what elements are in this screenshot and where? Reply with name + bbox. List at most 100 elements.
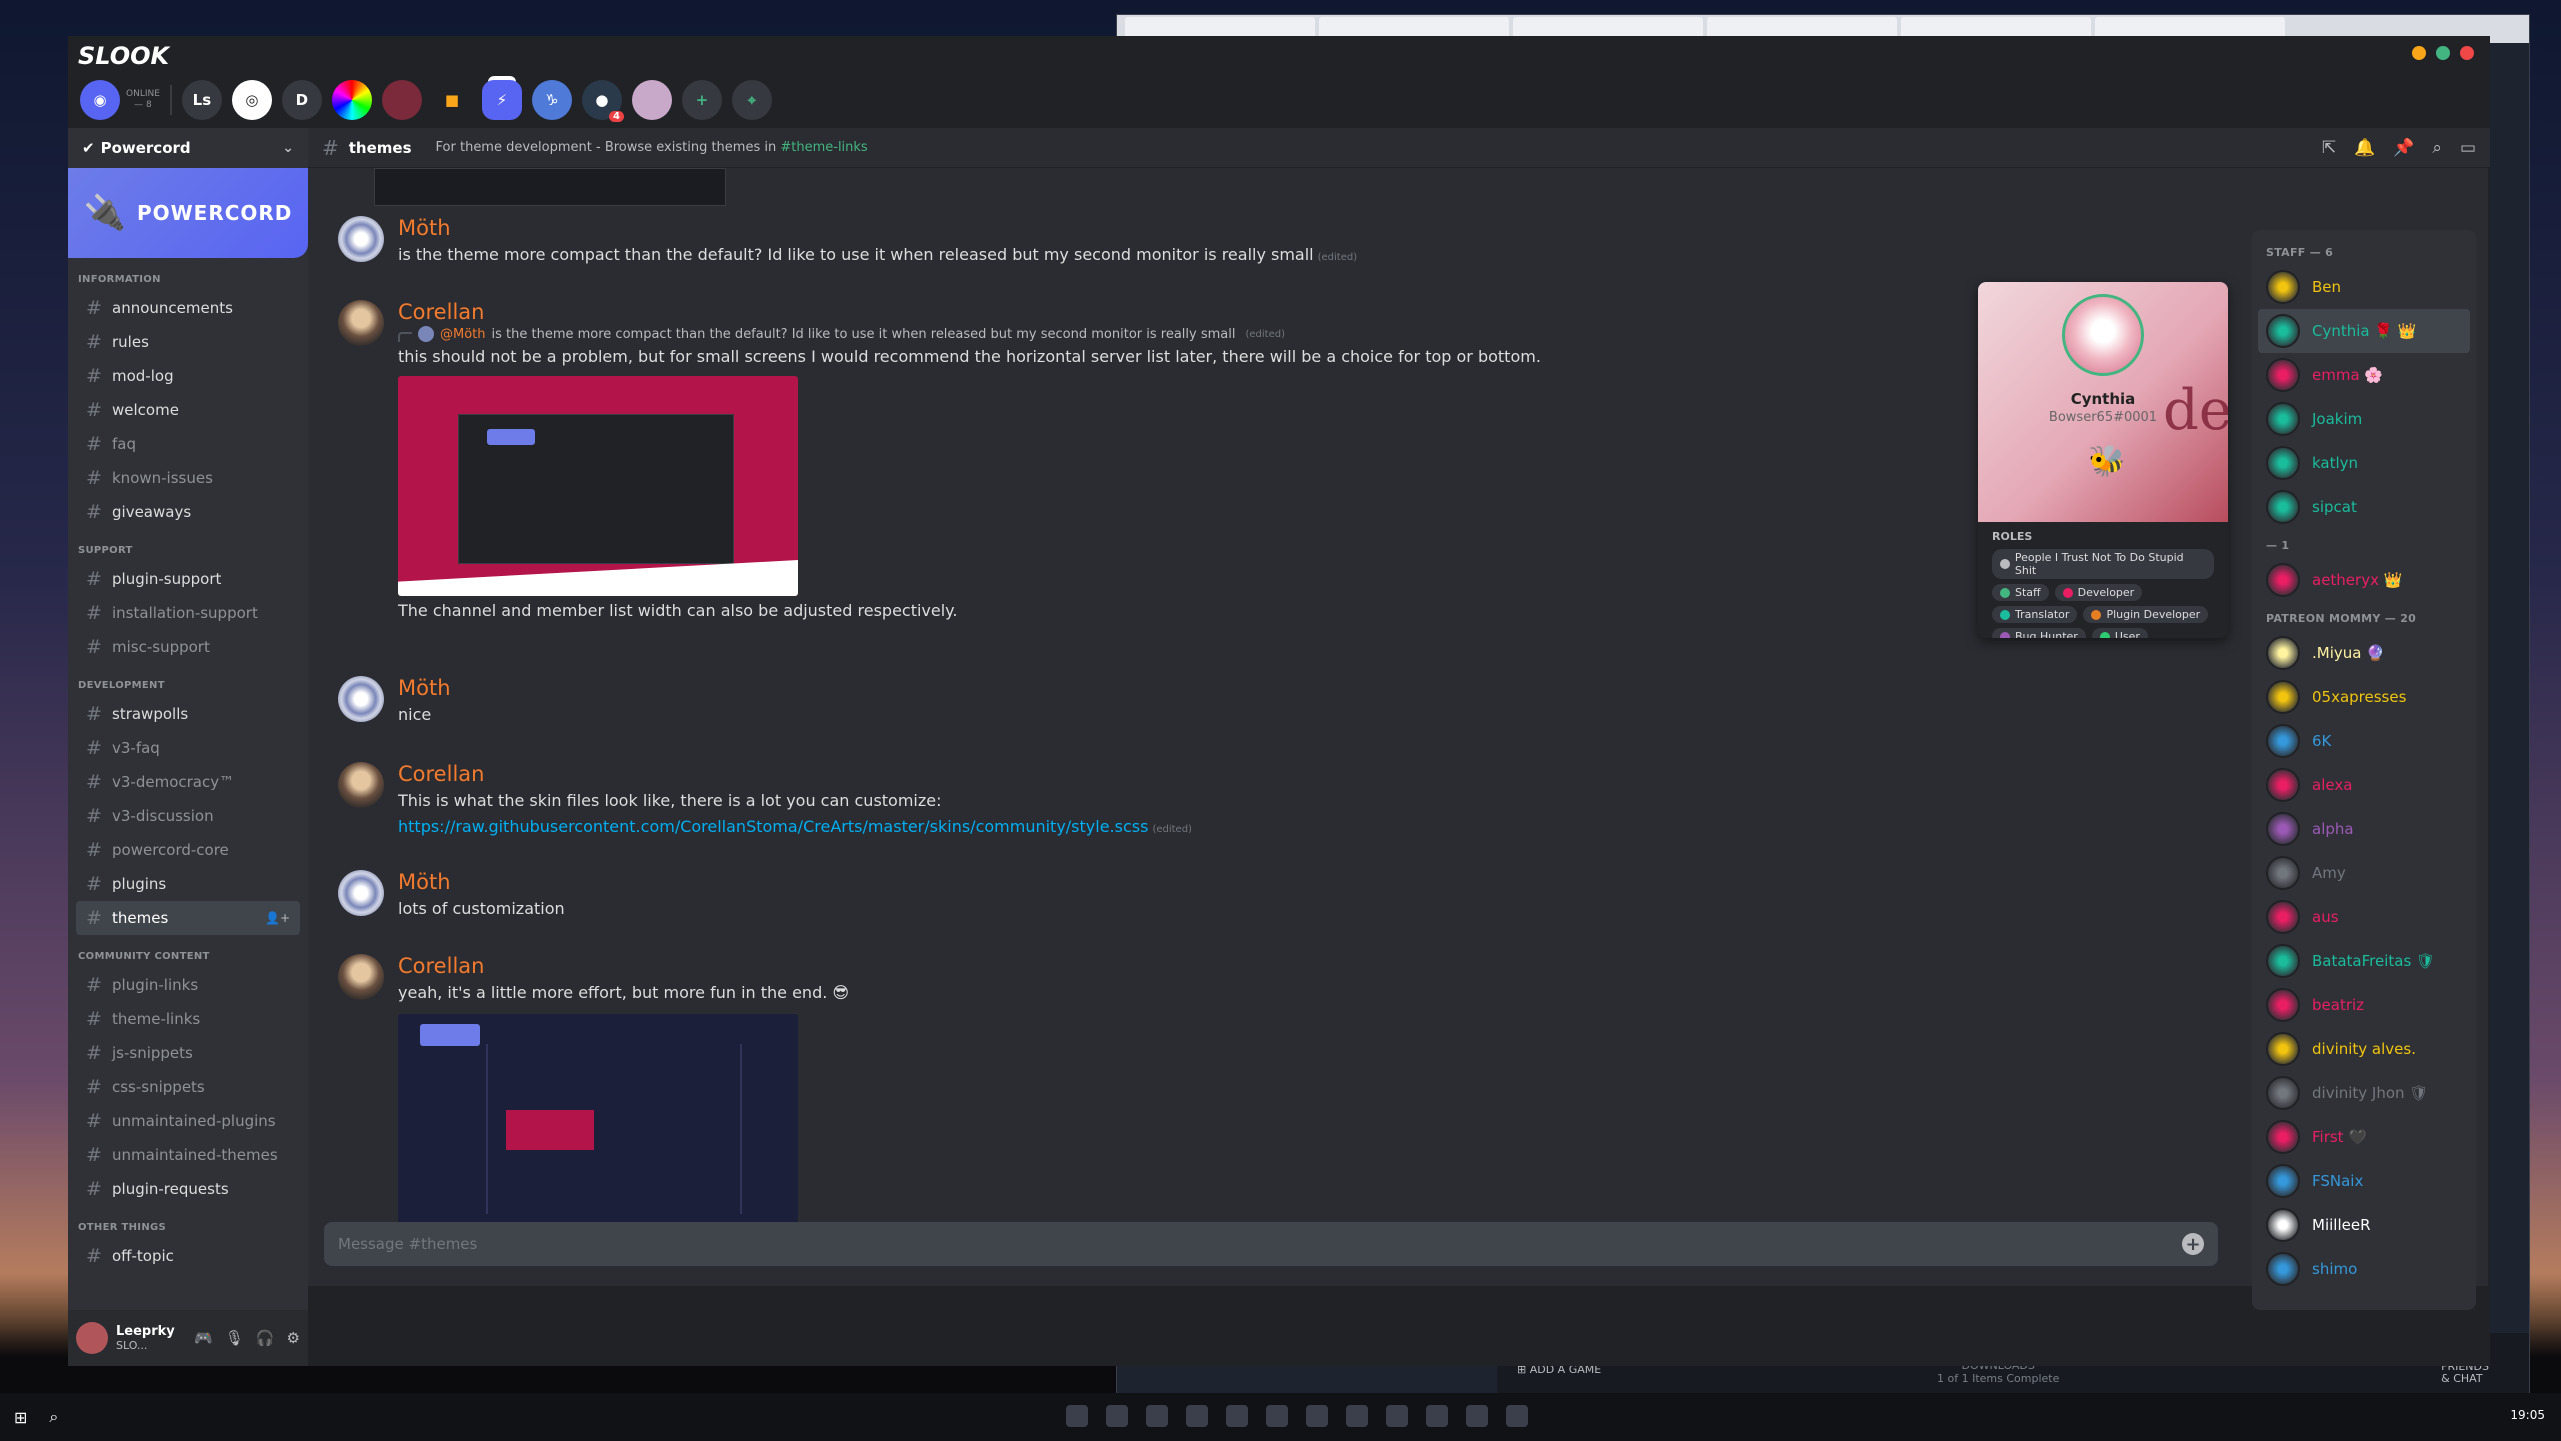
member-item[interactable]: Joakim [2258, 397, 2470, 441]
server-spiral-icon[interactable]: ◎ [231, 80, 272, 120]
sidebar-item-strawpolls[interactable]: # strawpolls [76, 697, 300, 731]
avatar[interactable] [338, 676, 384, 722]
server-sign-icon[interactable]: ♑ [531, 80, 572, 120]
member-item[interactable]: divinity Jhon 🛡 [2258, 1071, 2470, 1115]
avatar[interactable] [338, 216, 384, 262]
pin-icon[interactable]: 📌 [2393, 138, 2414, 158]
server-rainbow-icon[interactable] [331, 80, 372, 120]
bell-icon[interactable]: 🔔 [2354, 138, 2375, 158]
member-item[interactable]: First 🖤 [2258, 1115, 2470, 1159]
sidebar-item-css-snippets[interactable]: # css-snippets [76, 1070, 300, 1104]
headphones-icon[interactable]: 🎧 [256, 1329, 275, 1347]
previous-attachment[interactable] [374, 168, 726, 206]
avatar[interactable] [76, 1322, 108, 1354]
microphone-icon[interactable]: 🎙 [225, 1329, 244, 1347]
category-header[interactable]: DEVELOPMENT [72, 680, 308, 691]
member-item[interactable]: Cynthia 🌹 👑 [2258, 309, 2470, 353]
avatar[interactable] [338, 762, 384, 808]
popout-icon[interactable]: ⇱ [2322, 138, 2336, 158]
sidebar-item-unmaintained-themes[interactable]: # unmaintained-themes [76, 1138, 300, 1172]
server-ls[interactable]: Ls [181, 80, 222, 120]
avatar[interactable] [338, 300, 384, 346]
sidebar-item-plugin-links[interactable]: # plugin-links [76, 968, 300, 1002]
server-d[interactable]: D [281, 80, 322, 120]
server-badge[interactable]: ● 4 [581, 80, 624, 122]
sidebar-item-plugin-support[interactable]: # plugin-support [76, 562, 300, 596]
sidebar-item-theme-links[interactable]: # theme-links [76, 1002, 300, 1036]
avatar[interactable] [338, 954, 384, 1000]
avatar[interactable] [338, 870, 384, 916]
member-item[interactable]: emma 🌸 [2258, 353, 2470, 397]
windows-start-icon[interactable]: ⊞ [14, 1408, 27, 1427]
minimize-button[interactable] [2412, 46, 2426, 60]
message-author[interactable]: Möth [398, 216, 1357, 240]
add-server-button[interactable]: + [681, 80, 722, 120]
member-item[interactable]: alpha [2258, 807, 2470, 851]
sidebar-item-misc-support[interactable]: # misc-support [76, 630, 300, 664]
member-item[interactable]: BatataFreitas 🛡 [2258, 939, 2470, 983]
member-item[interactable]: shimo [2258, 1247, 2470, 1291]
close-button[interactable] [2460, 46, 2474, 60]
sidebar-item-giveaways[interactable]: # giveaways [76, 495, 300, 529]
member-item[interactable]: aetheryx 👑 [2258, 558, 2470, 602]
sidebar-item-plugin-requests[interactable]: # plugin-requests [76, 1172, 300, 1206]
member-item[interactable]: sipcat [2258, 485, 2470, 529]
member-item[interactable]: .Miyua 🔮 [2258, 631, 2470, 675]
sidebar-item-rules[interactable]: # rules [76, 325, 300, 359]
folder-icon[interactable]: ■ [432, 80, 472, 120]
server-anime-icon[interactable] [381, 80, 422, 120]
maximize-button[interactable] [2436, 46, 2450, 60]
category-header[interactable]: INFORMATION [72, 274, 308, 285]
member-item[interactable]: FSNaix [2258, 1159, 2470, 1203]
chevron-down-icon[interactable]: ⌄ [282, 140, 294, 156]
invite-icon[interactable]: 👤+ [265, 911, 290, 925]
member-list-toggle-icon[interactable]: ▭ [2460, 138, 2476, 158]
sidebar-item-js-snippets[interactable]: # js-snippets [76, 1036, 300, 1070]
message-author[interactable]: Corellan [398, 954, 849, 978]
member-item[interactable]: alexa [2258, 763, 2470, 807]
gamepad-icon[interactable]: 🎮 [194, 1329, 213, 1347]
server-powercord[interactable]: ⚡ [481, 80, 522, 120]
category-header[interactable]: COMMUNITY CONTENT [72, 951, 308, 962]
theme-links-mention[interactable]: #theme-links [780, 140, 867, 155]
sidebar-item-announcements[interactable]: # announcements [76, 291, 300, 325]
sidebar-item-mod-log[interactable]: # mod-log [76, 359, 300, 393]
category-header[interactable]: OTHER THINGS [72, 1222, 308, 1233]
clock[interactable]: 19:05 [2510, 1408, 2545, 1422]
sidebar-item-installation-support[interactable]: # installation-support [76, 596, 300, 630]
sidebar-item-welcome[interactable]: # welcome [76, 393, 300, 427]
member-item[interactable]: beatriz [2258, 983, 2470, 1027]
sidebar-item-known-issues[interactable]: # known-issues [76, 461, 300, 495]
member-item[interactable]: 05xapresses [2258, 675, 2470, 719]
category-header[interactable]: SUPPORT [72, 545, 308, 556]
sidebar-item-themes[interactable]: # themes 👤+ [76, 901, 300, 935]
message-author[interactable]: Corellan [398, 300, 1541, 324]
message-author[interactable]: Möth [398, 870, 565, 894]
gear-icon[interactable]: ⚙ [287, 1329, 300, 1347]
add-attachment-icon[interactable]: + [2182, 1233, 2204, 1255]
sidebar-item-off-topic[interactable]: # off-topic [76, 1239, 300, 1273]
discord-home-icon[interactable]: ◉ [80, 80, 120, 120]
reply-preview[interactable]: @Möth is the theme more compact than the … [398, 326, 1541, 342]
image-attachment[interactable] [398, 376, 798, 596]
image-attachment[interactable] [398, 1014, 798, 1230]
sidebar-item-v3-discussion[interactable]: # v3-discussion [76, 799, 300, 833]
search-icon[interactable]: ⌕ [49, 1407, 58, 1427]
sidebar-item-plugins[interactable]: # plugins [76, 867, 300, 901]
member-item[interactable]: MiilleeR [2258, 1203, 2470, 1247]
sidebar-item-unmaintained-plugins[interactable]: # unmaintained-plugins [76, 1104, 300, 1138]
sidebar-item-v3-democracy-[interactable]: # v3-democracy™ [76, 765, 300, 799]
member-item[interactable]: 6K [2258, 719, 2470, 763]
sidebar-item-v3-faq[interactable]: # v3-faq [76, 731, 300, 765]
member-item[interactable]: Ben [2258, 265, 2470, 309]
member-item[interactable]: aus [2258, 895, 2470, 939]
message-input[interactable]: Message #themes + [324, 1222, 2218, 1266]
member-item[interactable]: katlyn [2258, 441, 2470, 485]
message-author[interactable]: Möth [398, 676, 451, 700]
member-item[interactable]: divinity alves. [2258, 1027, 2470, 1071]
message-author[interactable]: Corellan [398, 762, 1192, 786]
server-avatar-icon[interactable] [631, 80, 672, 120]
sidebar-item-faq[interactable]: # faq [76, 427, 300, 461]
scss-link[interactable]: https://raw.githubusercontent.com/Corell… [398, 817, 1148, 836]
member-item[interactable]: Amy [2258, 851, 2470, 895]
